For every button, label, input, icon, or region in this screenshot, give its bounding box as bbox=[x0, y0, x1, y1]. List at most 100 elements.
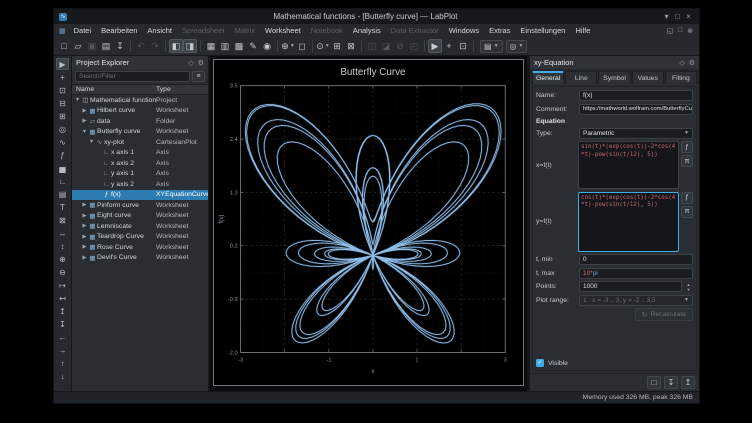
menu-analysis[interactable]: Analysis bbox=[348, 26, 386, 35]
points-spin-buttons[interactable]: ▲▼ bbox=[684, 282, 693, 292]
magnification-icon[interactable]: ⊙▼ bbox=[316, 39, 330, 53]
zoom-in-y-icon[interactable]: ↥ bbox=[56, 305, 69, 317]
mdi-maximize-button[interactable]: □ bbox=[675, 27, 685, 34]
menu-datei[interactable]: Datei bbox=[69, 26, 97, 35]
menu-worksheet[interactable]: Worksheet bbox=[260, 26, 306, 35]
worksheet-view[interactable]: 3.52.41.30.2-0.9-2.0-3-113Butterfly Curv… bbox=[210, 56, 527, 391]
add-equation-curve-icon[interactable]: ƒ bbox=[56, 149, 69, 161]
tree-row-teardrop-curve[interactable]: ▶▦Teardrop CurveWorksheet bbox=[72, 232, 208, 243]
zoom-in-x-icon[interactable]: ↦ bbox=[56, 279, 69, 291]
name-field[interactable]: f(x) bbox=[579, 90, 693, 101]
crosshair-mode-icon[interactable]: + bbox=[442, 39, 456, 53]
tab-general[interactable]: General bbox=[532, 71, 564, 84]
add-notebook-icon[interactable]: ✎ bbox=[246, 39, 260, 53]
shift-down-y-icon[interactable]: ↓ bbox=[56, 370, 69, 382]
t-max-field[interactable]: 10* pi bbox=[579, 268, 693, 279]
zoom-x-select-mode-icon[interactable]: ⊟ bbox=[56, 97, 69, 109]
shift-up-y-icon[interactable]: ↑ bbox=[56, 357, 69, 369]
expander-icon[interactable]: ▼ bbox=[74, 97, 81, 103]
auto-scale-icon[interactable]: ⊠ bbox=[56, 214, 69, 226]
menu-einstellungen[interactable]: Einstellungen bbox=[515, 26, 570, 35]
zoom-out-icon[interactable]: ⊖ bbox=[56, 266, 69, 278]
zoom-region-mode-icon[interactable]: ⊡ bbox=[456, 39, 470, 53]
add-histogram-icon[interactable]: ▅ bbox=[56, 162, 69, 174]
tree-row-mathematical-functions[interactable]: ▼◫Mathematical functionsProject bbox=[72, 95, 208, 106]
expander-icon[interactable]: ▶ bbox=[81, 108, 88, 114]
tree-row-butterfly-curve[interactable]: ▼▦Butterfly curveWorksheet bbox=[72, 127, 208, 138]
insert-function-button[interactable]: ƒ bbox=[681, 141, 693, 153]
tree-row-xy-plot[interactable]: ▼∿xy-plotCartesianPlot bbox=[72, 137, 208, 148]
tree-row-hilbert-curve[interactable]: ▶▦Hilbert curveWorksheet bbox=[72, 106, 208, 117]
zoom-out-y-icon[interactable]: ↧ bbox=[56, 318, 69, 330]
titlebar[interactable]: ∿ Mathematical functions - [Butterfly cu… bbox=[54, 9, 699, 24]
save-template-button[interactable]: ↧ bbox=[664, 376, 678, 389]
filter-options-button[interactable]: ≡ bbox=[192, 71, 205, 82]
add-datapicker-icon[interactable]: ◉ bbox=[260, 39, 274, 53]
tab-line[interactable]: Line bbox=[565, 71, 597, 84]
menu-ansicht[interactable]: Ansicht bbox=[142, 26, 177, 35]
minimize-button[interactable]: ▾ bbox=[661, 12, 672, 21]
print-icon[interactable]: ▤ bbox=[99, 39, 113, 53]
add-text-label-icon[interactable]: T bbox=[56, 201, 69, 213]
expander-icon[interactable]: ▼ bbox=[88, 139, 95, 145]
new-project-icon[interactable]: □ bbox=[57, 39, 71, 53]
column-type[interactable]: Type bbox=[156, 86, 208, 93]
mdi-restore-button[interactable]: ◱ bbox=[665, 27, 675, 35]
expander-icon[interactable]: ▼ bbox=[81, 129, 88, 135]
add-worksheet-icon[interactable]: ▦ bbox=[204, 39, 218, 53]
zoom-level-combo-icon[interactable]: ▤▼ bbox=[480, 40, 503, 53]
expander-icon[interactable]: ▶ bbox=[81, 118, 88, 124]
tree-row-rose-curve[interactable]: ▶▦Rose CurveWorksheet bbox=[72, 242, 208, 253]
expander-icon[interactable]: ▶ bbox=[81, 223, 88, 229]
tree-row-y-axis-2[interactable]: ∟y axis 2Axis bbox=[72, 179, 208, 190]
tree-row-devil-s-curve[interactable]: ▶▦Devil's CurveWorksheet bbox=[72, 253, 208, 264]
add-xy-curve-icon[interactable]: ∿ bbox=[56, 136, 69, 148]
tree-row-piriform-curve[interactable]: ▶▦Piriform curveWorksheet bbox=[72, 200, 208, 211]
zoom-out-x-icon[interactable]: ↤ bbox=[56, 292, 69, 304]
dock-settings-icon[interactable]: ⚙ bbox=[198, 59, 204, 67]
presenter-mode-icon[interactable]: ◻ bbox=[295, 39, 309, 53]
cartesian-plot[interactable]: 3.52.41.30.2-0.9-2.0-3-113Butterfly Curv… bbox=[214, 60, 523, 385]
insert-function-button[interactable]: ƒ bbox=[681, 192, 693, 204]
add-legend-icon[interactable]: ▤ bbox=[56, 188, 69, 200]
select-edit-mode-icon[interactable]: ▶ bbox=[56, 58, 69, 70]
load-template-button[interactable]: ↥ bbox=[681, 376, 695, 389]
zoom-fit-icon[interactable]: ⊞ bbox=[330, 39, 344, 53]
column-name[interactable]: Name bbox=[72, 86, 156, 93]
menu-extras[interactable]: Extras bbox=[484, 26, 515, 35]
menu-windows[interactable]: Windows bbox=[444, 26, 484, 35]
copy-properties-button[interactable]: □ bbox=[647, 376, 661, 389]
zoom-select-mode-icon[interactable]: ⊡ bbox=[56, 84, 69, 96]
search-input[interactable] bbox=[75, 71, 190, 82]
auto-scale-y-icon[interactable]: ↕ bbox=[56, 240, 69, 252]
visible-checkbox[interactable]: ✓ bbox=[536, 359, 544, 367]
add-spreadsheet-icon[interactable]: ▥ bbox=[218, 39, 232, 53]
insert-constant-button[interactable]: π bbox=[681, 206, 693, 218]
expander-icon[interactable]: ▶ bbox=[81, 255, 88, 261]
tree-row-x-axis-1[interactable]: ∟x axis 1Axis bbox=[72, 148, 208, 159]
worksheet-page[interactable]: 3.52.41.30.2-0.9-2.0-3-113Butterfly Curv… bbox=[213, 59, 524, 386]
menu-bearbeiten[interactable]: Bearbeiten bbox=[96, 26, 142, 35]
tab-symbol[interactable]: Symbol bbox=[598, 71, 630, 84]
x-equation-input[interactable]: sin(t)*(exp(cos(t))-2*cos(4*t)-pow(sin(t… bbox=[578, 141, 679, 189]
expander-icon[interactable]: ▶ bbox=[81, 213, 88, 219]
add-matrix-icon[interactable]: ▩ bbox=[232, 39, 246, 53]
equation-type-select[interactable]: Parametric ▼ bbox=[579, 128, 693, 139]
project-explorer-header[interactable]: Project Explorer ◇ ⚙ bbox=[72, 56, 208, 69]
zoom-mode-icon[interactable]: ⊕▼ bbox=[281, 39, 295, 53]
auto-scale-x-icon[interactable]: ↔ bbox=[56, 227, 69, 239]
menu-hilfe[interactable]: Hilfe bbox=[570, 26, 595, 35]
tab-values[interactable]: Values bbox=[632, 71, 664, 84]
export-icon[interactable]: ↧ bbox=[113, 39, 127, 53]
dock-settings-icon[interactable]: ⚙ bbox=[689, 59, 695, 67]
zoom-in-icon[interactable]: ⊕ bbox=[56, 253, 69, 265]
tree-row-eight-curve[interactable]: ▶▦Eight curveWorksheet bbox=[72, 211, 208, 222]
close-button[interactable]: × bbox=[683, 12, 694, 21]
tree-row-x-axis-2[interactable]: ∟x axis 2Axis bbox=[72, 158, 208, 169]
tree-row-y-axis-1[interactable]: ∟y axis 1Axis bbox=[72, 169, 208, 180]
expander-icon[interactable]: ▶ bbox=[81, 234, 88, 240]
toggle-properties-explorer-icon[interactable]: ◨ bbox=[183, 39, 197, 53]
comment-field[interactable]: https://mathworld.wolfram.com/ButterflyC… bbox=[579, 104, 693, 115]
mdi-close-button[interactable]: ⊗ bbox=[685, 27, 695, 35]
tab-filling[interactable]: Filling bbox=[665, 71, 697, 84]
